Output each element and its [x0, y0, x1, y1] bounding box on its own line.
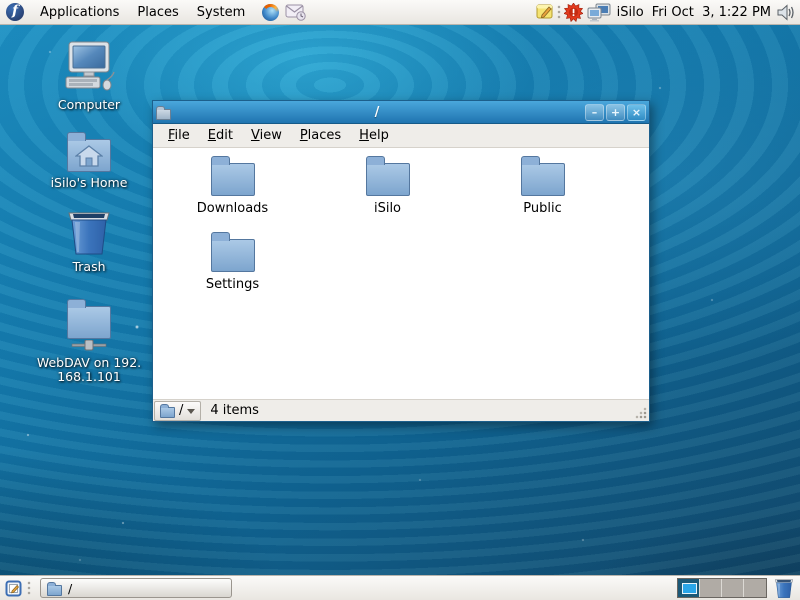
network-connector-icon	[71, 340, 107, 352]
top-panel: f Applications Places System	[0, 0, 800, 25]
trash-icon	[64, 208, 114, 256]
menu-edit[interactable]: Edit	[199, 125, 242, 146]
menu-file[interactable]: File	[159, 125, 199, 146]
desktop-icon-label: Computer	[58, 98, 120, 112]
workspace-switcher	[677, 578, 767, 598]
trash-applet-icon[interactable]	[773, 577, 795, 599]
folder-label: Downloads	[197, 201, 268, 216]
desktop-icon-computer[interactable]: Computer	[33, 40, 145, 112]
house-icon	[75, 145, 103, 167]
firefox-launcher-icon[interactable]	[262, 4, 279, 21]
fedora-logo-icon[interactable]: f	[6, 3, 24, 21]
close-button[interactable]: ×	[627, 104, 646, 121]
clock[interactable]: Fri Oct 3, 1:22 PM	[652, 5, 771, 20]
desktop-icon-webdav[interactable]: WebDAV on 192. 168.1.101	[33, 297, 145, 385]
update-alert-icon[interactable]	[564, 3, 583, 22]
folder-label: Settings	[206, 277, 259, 292]
task-window-title: /	[68, 581, 72, 596]
show-desktop-icon	[5, 580, 22, 597]
folder-label: Public	[523, 201, 561, 216]
applet-separator	[26, 579, 32, 597]
workspace-1[interactable]	[678, 579, 700, 597]
folder-view: Downloads iSilo Public Settings	[153, 148, 649, 399]
menu-view[interactable]: View	[242, 125, 291, 146]
user-switcher[interactable]: iSilo	[617, 5, 644, 20]
window-menubar: File Edit View Places Help	[153, 124, 649, 148]
chevron-down-icon	[187, 409, 195, 414]
folder-item-isilo[interactable]: iSilo	[310, 154, 465, 230]
menu-applications[interactable]: Applications	[31, 2, 128, 23]
menu-help[interactable]: Help	[350, 125, 398, 146]
window-titlebar[interactable]: / – + ×	[153, 101, 649, 124]
resize-grip[interactable]	[635, 407, 647, 419]
folder-icon	[211, 239, 255, 272]
folder-icon	[211, 163, 255, 196]
taskbar-window-button[interactable]: /	[40, 578, 232, 598]
applet-separator	[556, 3, 562, 21]
workspace-2[interactable]	[700, 579, 722, 597]
desktop-icon-label: Trash	[72, 260, 105, 274]
task-folder-icon	[47, 585, 62, 596]
window-folder-icon	[156, 109, 171, 120]
minimize-button[interactable]: –	[585, 104, 604, 121]
desktop-icon-label: WebDAV on 192. 168.1.101	[37, 356, 141, 385]
workspace-4[interactable]	[744, 579, 766, 597]
volume-icon[interactable]	[777, 4, 795, 21]
email-launcher-icon[interactable]	[285, 4, 307, 21]
desktop-icon-home[interactable]: iSilo's Home	[33, 130, 145, 190]
desktop-wallpaper: Computer iSilo's Home Trash	[0, 0, 800, 600]
window-title: /	[171, 105, 583, 120]
location-folder-icon	[160, 407, 175, 418]
folder-item-public[interactable]: Public	[465, 154, 620, 230]
folder-item-downloads[interactable]: Downloads	[155, 154, 310, 230]
folder-label: iSilo	[374, 201, 401, 216]
network-monitors-icon[interactable]	[587, 3, 611, 22]
network-folder-icon	[67, 306, 111, 339]
menu-places-panel[interactable]: Places	[128, 2, 187, 23]
desktop-icon-label: iSilo's Home	[51, 176, 128, 190]
menu-system[interactable]: System	[188, 2, 254, 23]
items-count: 4 items	[210, 403, 259, 418]
window-statusbar: / 4 items	[153, 399, 649, 421]
folder-icon	[366, 163, 410, 196]
menu-places[interactable]: Places	[291, 125, 350, 146]
workspace-3[interactable]	[722, 579, 744, 597]
bottom-panel: /	[0, 575, 800, 600]
show-desktop-button[interactable]	[3, 578, 24, 599]
home-folder-icon	[67, 139, 111, 172]
file-manager-window: / – + × File Edit View Places Help Downl…	[152, 100, 650, 422]
maximize-button[interactable]: +	[606, 104, 625, 121]
location-path: /	[179, 403, 183, 418]
folder-item-settings[interactable]: Settings	[155, 230, 310, 306]
computer-icon	[60, 40, 118, 94]
desktop-icon-trash[interactable]: Trash	[33, 208, 145, 274]
location-dropdown[interactable]: /	[154, 401, 201, 421]
selinux-alert-icon[interactable]	[536, 3, 554, 21]
folder-icon	[521, 163, 565, 196]
